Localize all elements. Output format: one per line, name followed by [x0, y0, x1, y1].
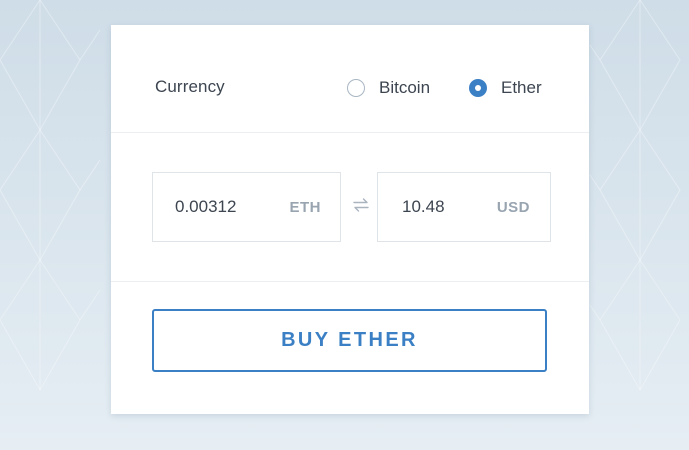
bitcoin-radio-button[interactable]	[347, 79, 365, 97]
crypto-amount-value[interactable]: 0.00312	[175, 197, 236, 217]
currency-label: Currency	[155, 77, 225, 96]
ether-radio-button[interactable]	[469, 79, 487, 97]
amount-section: 0.00312 ETH 10.48 USD	[111, 133, 589, 282]
swap-arrows-icon[interactable]	[353, 198, 369, 212]
bitcoin-radio-label[interactable]: Bitcoin	[379, 78, 430, 98]
buy-ether-button[interactable]: BUY ETHER	[152, 309, 547, 372]
ether-radio-option[interactable]: Ether	[469, 77, 542, 99]
fiat-unit-label: USD	[496, 199, 530, 216]
currency-section: Currency Bitcoin Ether	[111, 25, 589, 133]
fiat-amount-value[interactable]: 10.48	[402, 197, 445, 217]
crypto-amount-field[interactable]: 0.00312 ETH	[152, 172, 341, 242]
action-section: BUY ETHER	[111, 282, 589, 414]
fiat-amount-field[interactable]: 10.48 USD	[377, 172, 551, 242]
bitcoin-radio-option[interactable]: Bitcoin	[347, 77, 430, 99]
crypto-unit-label: ETH	[289, 199, 321, 216]
ether-radio-label[interactable]: Ether	[501, 78, 542, 98]
buy-card: Currency Bitcoin Ether 0.00312 ETH 10.48…	[111, 25, 589, 414]
